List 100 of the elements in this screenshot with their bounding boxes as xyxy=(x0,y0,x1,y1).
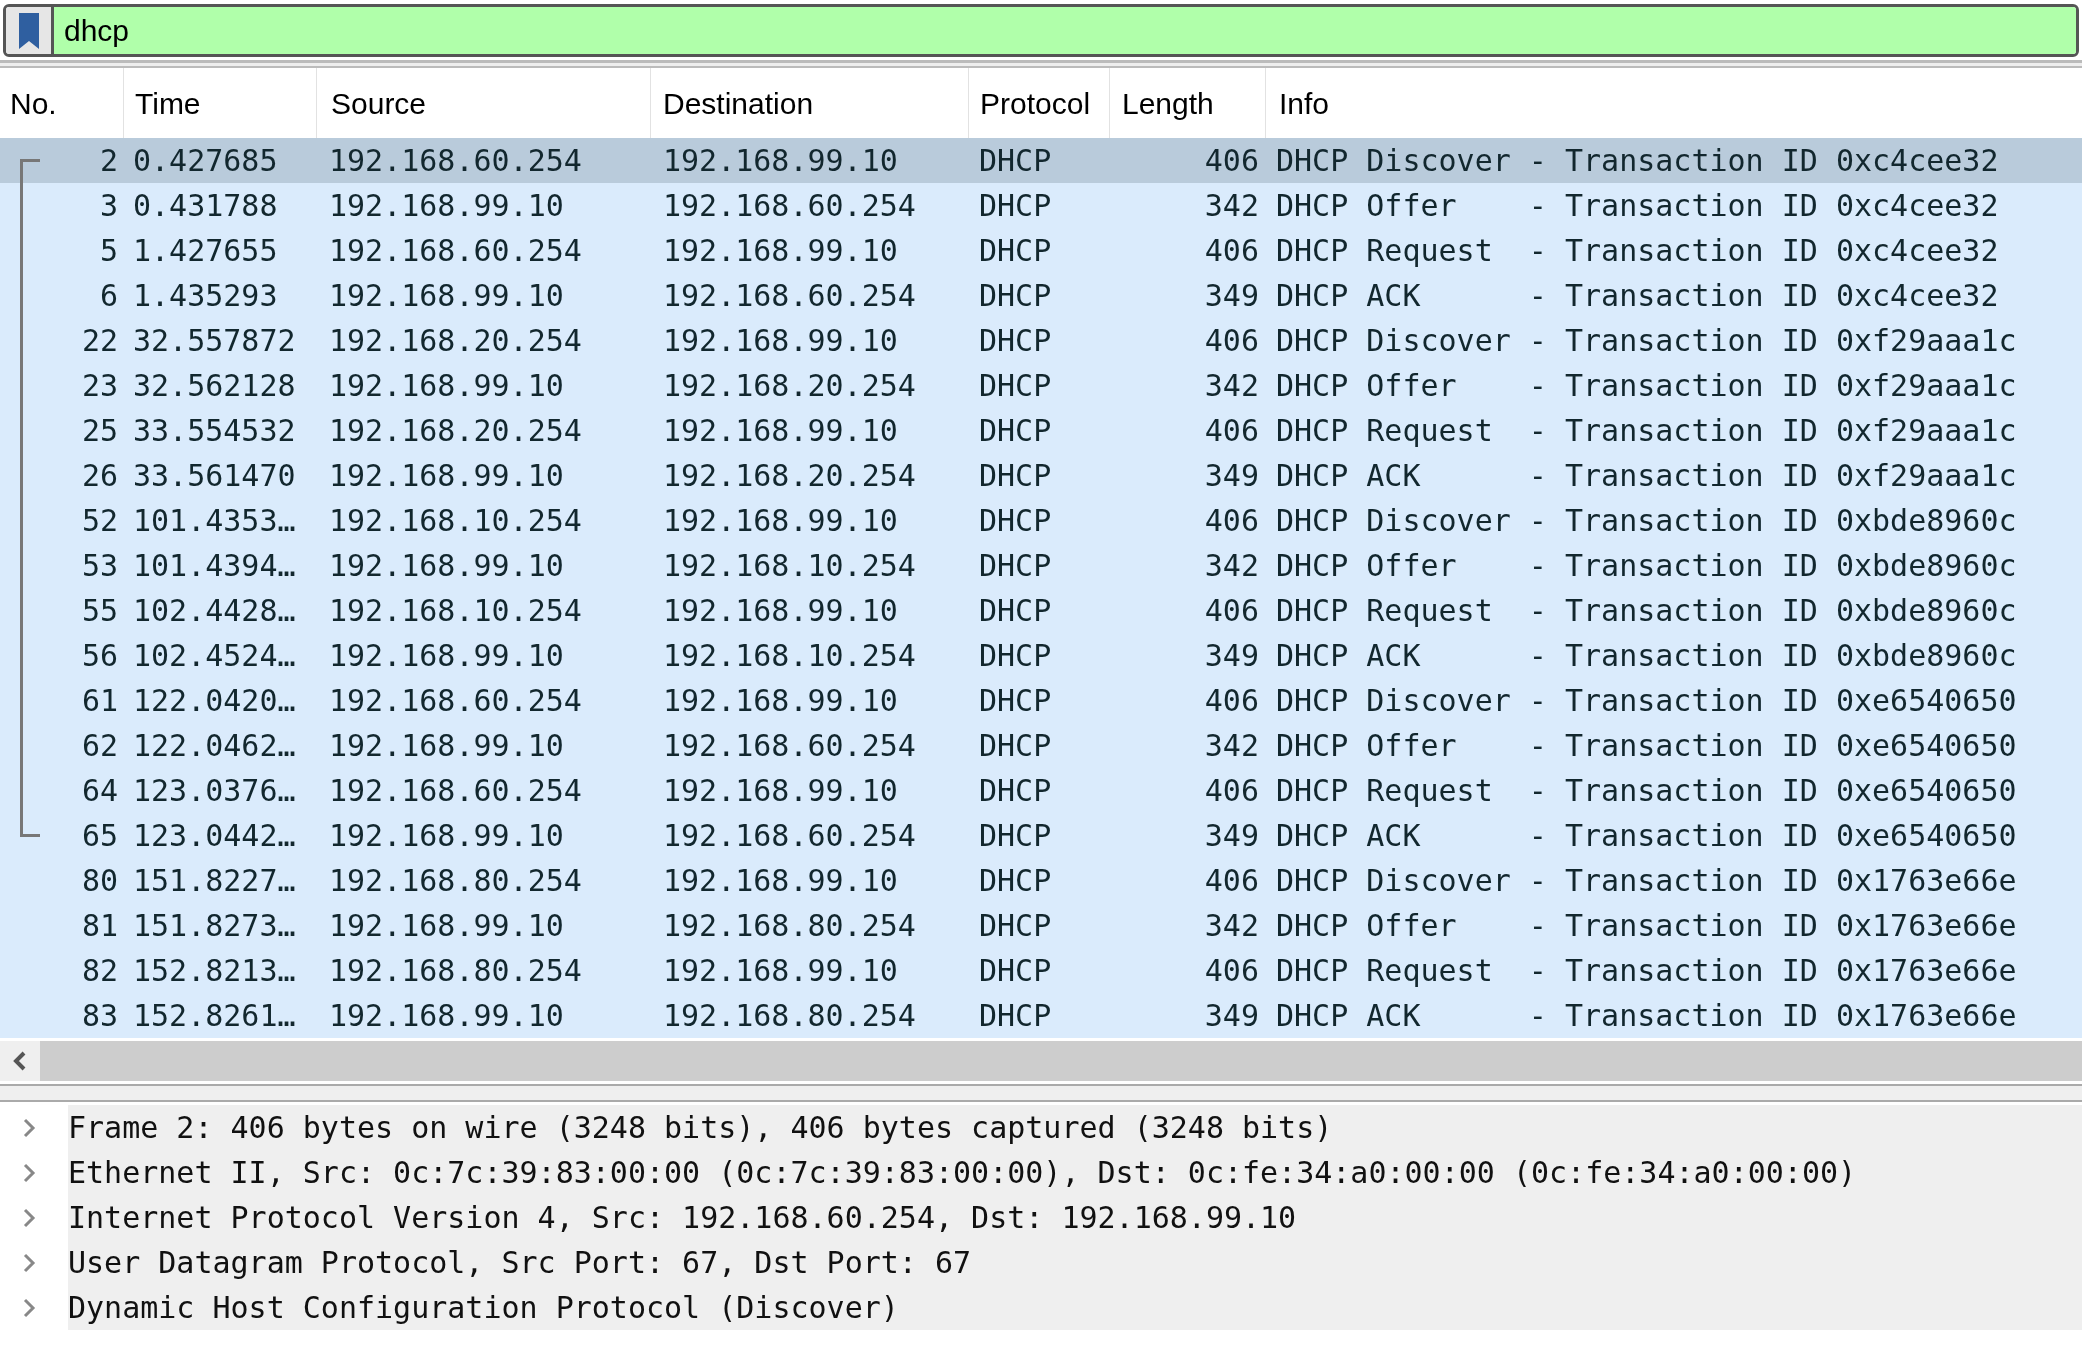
packet-row[interactable]: 62 122.0462… 192.168.99.10 192.168.60.254 DHCP 342 DHCP Offer - Transaction ID 0xe6540650 xyxy=(0,723,2082,768)
packet-row[interactable]: 61 122.0420… 192.168.60.254 192.168.99.10 DHCP 406 DHCP Discover - Transaction ID 0xe6540650 xyxy=(0,678,2082,723)
table-cell-text: DHCP Offer - Transaction ID 0xe6540650 xyxy=(1275,727,2018,765)
chevron-right-icon[interactable] xyxy=(22,1252,36,1273)
table-cell-text: 23 xyxy=(80,367,119,405)
column-header[interactable]: Info xyxy=(1266,68,2082,138)
table-cell-text: DHCP xyxy=(978,322,1053,360)
table-cell-text: DHCP Offer - Transaction ID 0x1763e66e xyxy=(1275,907,2018,945)
table-cell-text: 62 xyxy=(80,727,119,765)
table-cell-text: DHCP xyxy=(978,457,1053,495)
packet-row[interactable]: 83 152.8261… 192.168.99.10 192.168.80.254 DHCP 349 DHCP ACK - Transaction ID 0x1763e66e xyxy=(0,993,2082,1038)
table-cell-text: DHCP xyxy=(978,187,1053,225)
table-cell-text: DHCP Request - Transaction ID 0xf29aaa1c xyxy=(1275,412,2018,450)
table-cell-text: DHCP ACK - Transaction ID 0xc4cee32 xyxy=(1275,277,2000,315)
detail-tree-item[interactable]: Ethernet II, Src: 0c:7c:39:83:00:00 (0c:7c:39:83:00:00), Dst: 0c:fe:34:a0:00:00 (0c:fe:34:a0:00:00) xyxy=(68,1150,2082,1195)
table-cell-text: DHCP ACK - Transaction ID 0xe6540650 xyxy=(1275,817,2018,855)
chevron-right-icon[interactable] xyxy=(22,1117,36,1138)
table-cell-text: 349 xyxy=(1203,457,1260,495)
table-cell-text: 342 xyxy=(1203,727,1260,765)
splitter-handle[interactable] xyxy=(0,1084,2082,1102)
detail-tree-item[interactable]: User Datagram Protocol, Src Port: 67, Dst Port: 67 xyxy=(68,1240,2082,1285)
table-cell-text: 192.168.99.10 xyxy=(662,952,899,990)
table-cell-text: 61 xyxy=(80,682,119,720)
table-cell-text: 192.168.60.254 xyxy=(662,187,917,225)
table-cell-text: 349 xyxy=(1203,997,1260,1035)
chevron-right-icon[interactable] xyxy=(22,1297,36,1318)
table-cell-text: 192.168.99.10 xyxy=(662,862,899,900)
table-cell-text: 65 xyxy=(80,817,119,855)
table-cell-text: 0.427685 xyxy=(132,142,279,180)
table-cell-text: 192.168.99.10 xyxy=(328,547,565,585)
table-cell-text: 406 xyxy=(1203,862,1260,900)
table-cell-text: 123.0442… xyxy=(132,817,297,855)
table-cell-text: 102.4524… xyxy=(132,637,297,675)
table-cell-text: DHCP xyxy=(978,907,1053,945)
packet-row[interactable]: 81 151.8273… 192.168.99.10 192.168.80.254 DHCP 342 DHCP Offer - Transaction ID 0x1763e66e xyxy=(0,903,2082,948)
packet-row[interactable]: 65 123.0442… 192.168.99.10 192.168.60.254 DHCP 349 DHCP ACK - Transaction ID 0xe6540650 xyxy=(0,813,2082,858)
table-cell-text: 5 xyxy=(98,232,119,270)
table-cell-text: 152.8261… xyxy=(132,997,297,1035)
bookmark-icon xyxy=(16,10,41,51)
table-cell-text: DHCP xyxy=(978,997,1053,1035)
packet-row[interactable]: 53 101.4394… 192.168.99.10 192.168.10.254 DHCP 342 DHCP Offer - Transaction ID 0xbde8960c xyxy=(0,543,2082,588)
table-cell-text: 82 xyxy=(80,952,119,990)
packet-row[interactable]: 25 33.554532 192.168.20.254 192.168.99.10 DHCP 406 DHCP Request - Transaction ID 0xf29aaa1c xyxy=(0,408,2082,453)
table-cell-text: 406 xyxy=(1203,322,1260,360)
table-cell-text: DHCP Discover - Transaction ID 0xbde8960c xyxy=(1275,502,2018,540)
table-cell-text: 192.168.99.10 xyxy=(328,367,565,405)
packet-row[interactable]: 3 0.431788 192.168.99.10 192.168.60.254 DHCP 342 DHCP Offer - Transaction ID 0xc4cee32 xyxy=(0,183,2082,228)
table-cell-text: 192.168.80.254 xyxy=(328,862,583,900)
table-cell-text: 406 xyxy=(1203,682,1260,720)
packet-row[interactable]: 56 102.4524… 192.168.99.10 192.168.10.254 DHCP 349 DHCP ACK - Transaction ID 0xbde8960c xyxy=(0,633,2082,678)
table-cell-text: 192.168.10.254 xyxy=(328,592,583,630)
packet-row[interactable]: 23 32.562128 192.168.99.10 192.168.20.254 DHCP 342 DHCP Offer - Transaction ID 0xf29aaa1c xyxy=(0,363,2082,408)
bookmark-button[interactable] xyxy=(6,7,54,54)
table-cell-text: 342 xyxy=(1203,547,1260,585)
packet-row[interactable]: 82 152.8213… 192.168.80.254 192.168.99.10 DHCP 406 DHCP Request - Transaction ID 0x1763e66e xyxy=(0,948,2082,993)
scroll-left-button[interactable] xyxy=(0,1041,40,1081)
table-cell-text: DHCP Request - Transaction ID 0xe6540650 xyxy=(1275,772,2018,810)
table-cell-text: 192.168.60.254 xyxy=(328,682,583,720)
chevron-right-icon[interactable] xyxy=(22,1162,36,1183)
packet-row[interactable]: 55 102.4428… 192.168.10.254 192.168.99.10 DHCP 406 DHCP Request - Transaction ID 0xbde8960c xyxy=(0,588,2082,633)
detail-tree-item[interactable]: Internet Protocol Version 4, Src: 192.168.60.254, Dst: 192.168.99.10 xyxy=(68,1195,2082,1240)
filter-input-field[interactable]: dhcp xyxy=(54,7,2076,54)
table-cell-text: DHCP xyxy=(978,502,1053,540)
table-cell-text: DHCP xyxy=(978,772,1053,810)
table-cell-text: 81 xyxy=(80,907,119,945)
table-cell-text: 342 xyxy=(1203,907,1260,945)
packet-row[interactable]: 22 32.557872 192.168.20.254 192.168.99.10 DHCP 406 DHCP Discover - Transaction ID 0xf29aaa1c xyxy=(0,318,2082,363)
packet-row[interactable]: 26 33.561470 192.168.99.10 192.168.20.254 DHCP 349 DHCP ACK - Transaction ID 0xf29aaa1c xyxy=(0,453,2082,498)
table-cell-text: DHCP Offer - Transaction ID 0xbde8960c xyxy=(1275,547,2018,585)
chevron-right-icon[interactable] xyxy=(22,1207,36,1228)
table-cell-text: DHCP Request - Transaction ID 0xc4cee32 xyxy=(1275,232,2000,270)
table-cell-text: 192.168.99.10 xyxy=(662,322,899,360)
table-cell-text: 32.562128 xyxy=(132,367,297,405)
table-cell-text: DHCP xyxy=(978,682,1053,720)
table-cell-text: 0.431788 xyxy=(132,187,279,225)
packet-row[interactable]: 2 0.427685 192.168.60.254 192.168.99.10 DHCP 406 DHCP Discover - Transaction ID 0xc4cee32 xyxy=(0,138,2082,183)
table-cell-text: 406 xyxy=(1203,142,1260,180)
table-cell-text: 2 xyxy=(98,142,119,180)
table-cell-text: 6 xyxy=(98,277,119,315)
table-cell-text: 122.0420… xyxy=(132,682,297,720)
table-cell-text: DHCP xyxy=(978,862,1053,900)
packet-row[interactable]: 52 101.4353… 192.168.10.254 192.168.99.10 DHCP 406 DHCP Discover - Transaction ID 0xbde8960c xyxy=(0,498,2082,543)
detail-tree-item[interactable]: Dynamic Host Configuration Protocol (Discover) xyxy=(68,1285,2082,1330)
table-cell-text: 192.168.99.10 xyxy=(328,997,565,1035)
packet-row[interactable]: 6 1.435293 192.168.99.10 192.168.60.254 DHCP 349 DHCP ACK - Transaction ID 0xc4cee32 xyxy=(0,273,2082,318)
splitter-handle[interactable] xyxy=(0,60,2082,68)
table-cell-text: DHCP Request - Transaction ID 0xbde8960c xyxy=(1275,592,2018,630)
table-cell-text: 192.168.99.10 xyxy=(662,772,899,810)
table-cell-text: DHCP Discover - Transaction ID 0xe6540650 xyxy=(1275,682,2018,720)
table-cell-text: 26 xyxy=(80,457,119,495)
packet-row[interactable]: 5 1.427655 192.168.60.254 192.168.99.10 DHCP 406 DHCP Request - Transaction ID 0xc4cee32 xyxy=(0,228,2082,273)
table-cell-text: DHCP Discover - Transaction ID 0xc4cee32 xyxy=(1275,142,2000,180)
table-cell-text: 406 xyxy=(1203,952,1260,990)
table-cell-text: 192.168.60.254 xyxy=(328,772,583,810)
table-cell-text: 22 xyxy=(80,322,119,360)
table-cell-text: 56 xyxy=(80,637,119,675)
table-cell-text: 192.168.99.10 xyxy=(328,727,565,765)
packet-row[interactable]: 64 123.0376… 192.168.60.254 192.168.99.10 DHCP 406 DHCP Request - Transaction ID 0xe6540650 xyxy=(0,768,2082,813)
detail-tree-item[interactable]: Frame 2: 406 bytes on wire (3248 bits), 406 bytes captured (3248 bits) xyxy=(68,1105,2082,1150)
packet-row[interactable]: 80 151.8227… 192.168.80.254 192.168.99.10 DHCP 406 DHCP Discover - Transaction ID 0x1763e66e xyxy=(0,858,2082,903)
